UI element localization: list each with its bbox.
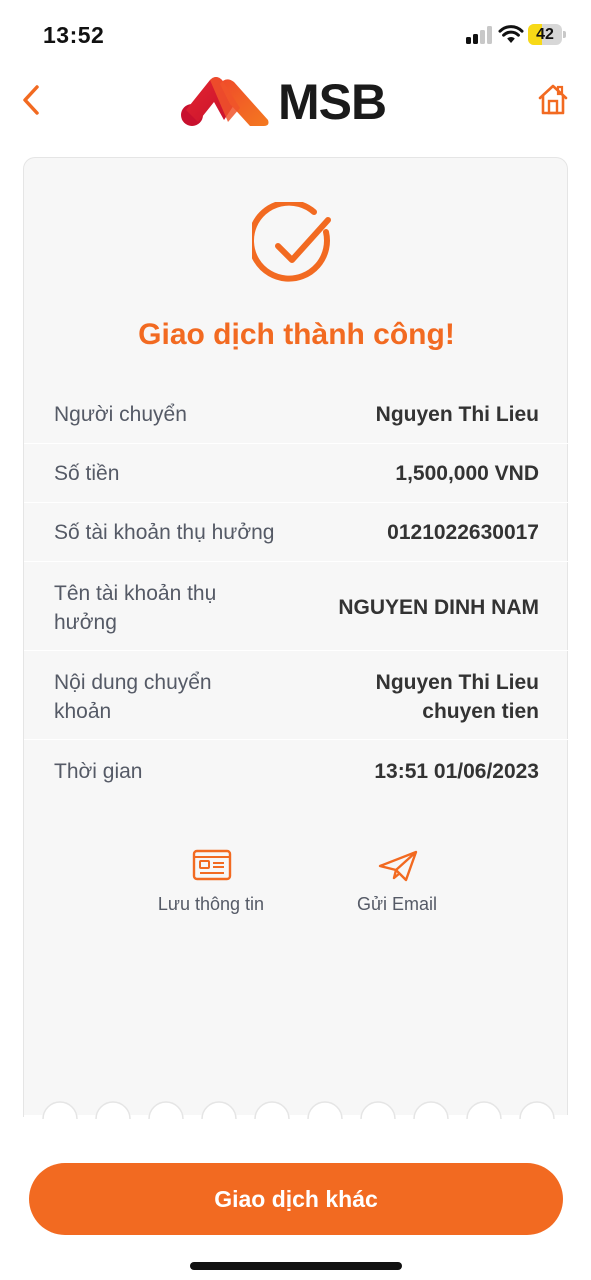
status-bar: 13:52 42 — [0, 0, 591, 70]
msb-logo-mark-icon — [181, 77, 269, 126]
save-info-label: Lưu thông tin — [157, 894, 265, 914]
transaction-success-screen: 13:52 42 MSB Giao dịch thành công! Người… — [0, 0, 591, 1280]
detail-row-amount: Số tiền 1,500,000 VND — [24, 445, 569, 503]
home-button[interactable] — [536, 82, 570, 118]
detail-value: Nguyen Thi Lieu chuyen tien — [375, 671, 539, 723]
wifi-icon — [498, 25, 524, 43]
detail-row-account-name: Tên tài khoản thụ hưởng NGUYEN DINH NAM — [24, 563, 569, 651]
back-button[interactable] — [18, 82, 46, 118]
home-indicator — [190, 1262, 402, 1270]
detail-value: 13:51 01/06/2023 — [374, 760, 539, 783]
new-transaction-button[interactable]: Giao dịch khác — [29, 1163, 563, 1235]
battery-icon: 42 — [528, 24, 566, 45]
detail-row-content: Nội dung chuyển khoản Nguyen Thi Lieu ch… — [24, 652, 569, 740]
send-email-label: Gửi Email — [356, 894, 438, 914]
detail-value: Nguyen Thi Lieu — [375, 403, 539, 426]
detail-label: Người chuyển — [54, 403, 187, 426]
success-title: Giao dịch thành công! — [138, 318, 455, 351]
detail-value: 0121022630017 — [387, 521, 539, 544]
paper-plane-icon — [378, 850, 418, 882]
detail-label: Tên tài khoản thụ hưởng — [54, 582, 217, 634]
detail-label: Số tiền — [54, 462, 120, 485]
detail-label: Thời gian — [54, 760, 143, 783]
detail-value: 1,500,000 VND — [395, 462, 539, 485]
detail-row-time: Thời gian 13:51 01/06/2023 — [24, 741, 569, 799]
battery-level: 42 — [536, 26, 554, 43]
id-card-icon — [192, 849, 232, 881]
msb-logo: MSB — [180, 72, 400, 132]
detail-label: Số tài khoản thụ hưởng — [54, 521, 275, 544]
detail-row-account-number: Số tài khoản thụ hưởng 0121022630017 — [24, 504, 569, 562]
check-circle-icon — [252, 202, 331, 282]
receipt-scallop-edge — [24, 1101, 569, 1119]
chevron-left-icon — [23, 85, 39, 115]
receipt-card: Giao dịch thành công! Người chuyển Nguye… — [23, 157, 569, 1119]
cellular-signal-icon — [466, 26, 494, 44]
home-icon — [538, 84, 568, 115]
app-header: MSB — [0, 70, 591, 140]
detail-value: NGUYEN DINH NAM — [338, 596, 539, 619]
detail-label: Nội dung chuyển khoản — [54, 671, 212, 723]
detail-row-sender: Người chuyển Nguyen Thi Lieu — [24, 386, 569, 444]
status-time: 13:52 — [43, 22, 105, 48]
brand-name: MSB — [278, 74, 387, 130]
receipt-actions: Lưu thông tin Gửi Email — [24, 846, 569, 936]
